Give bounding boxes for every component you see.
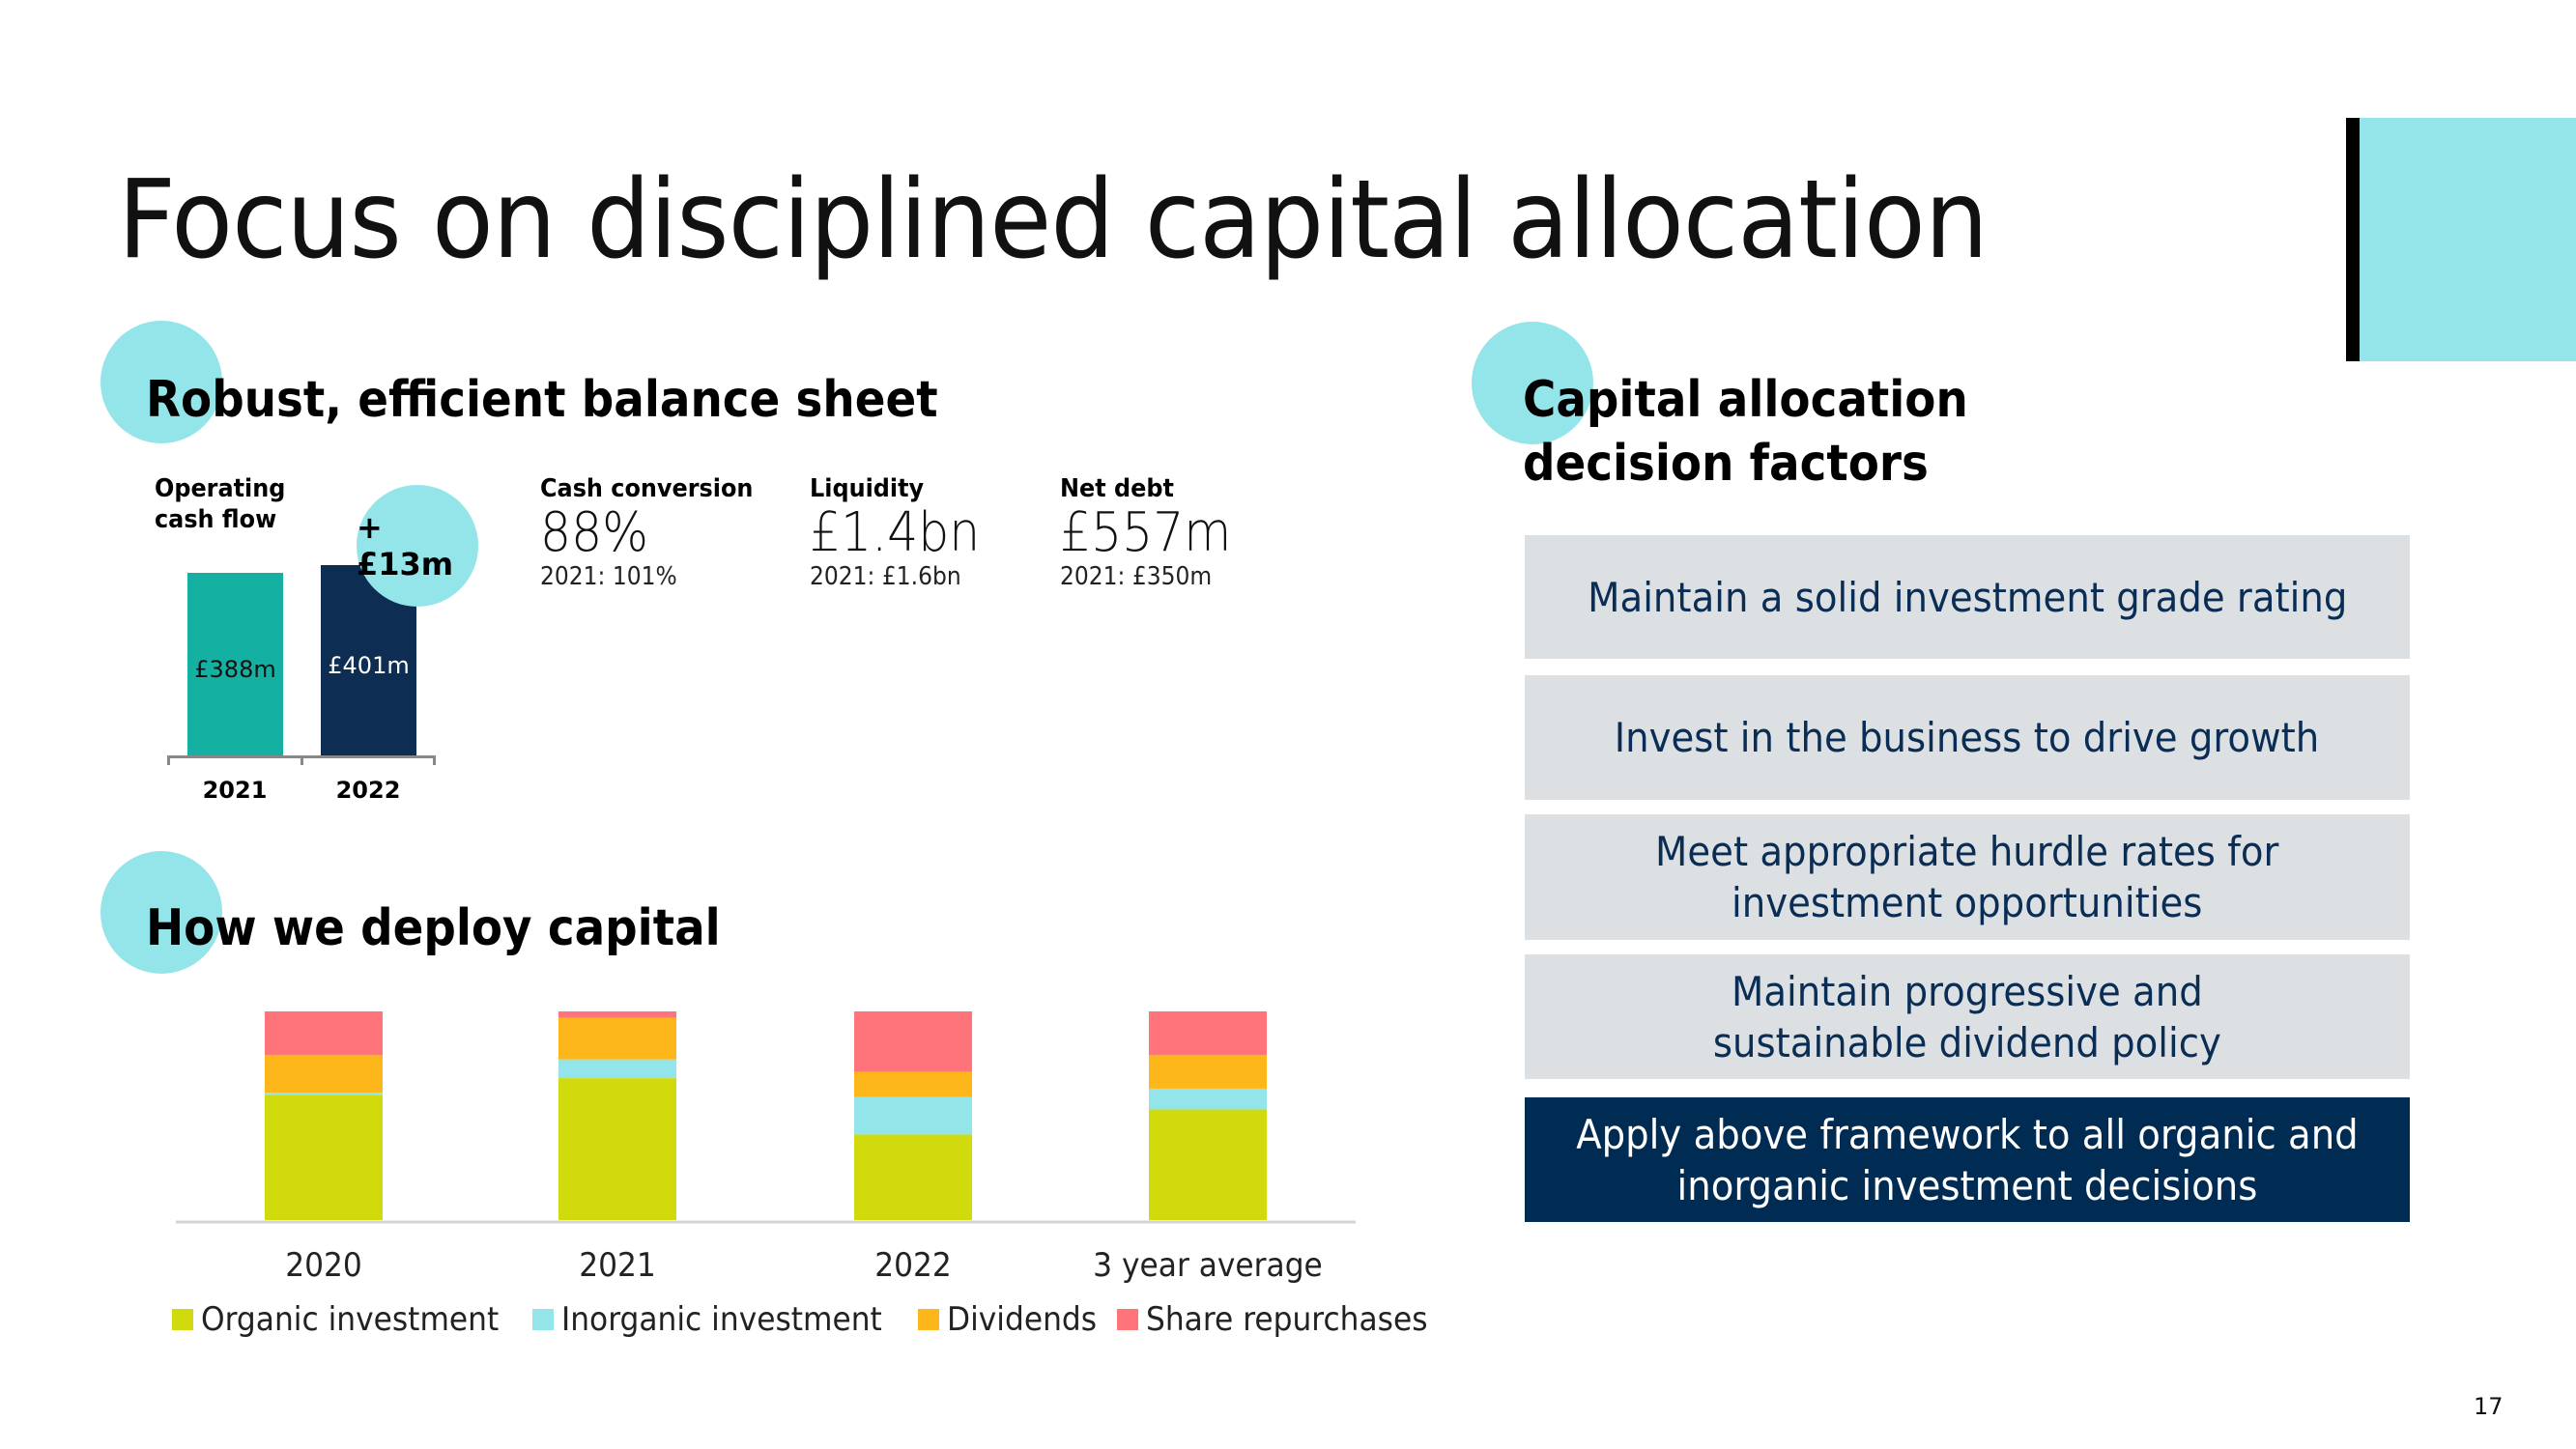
bar-segment-share-repurchases-2022 bbox=[854, 1011, 972, 1072]
bar-segment-share-repurchases-2021 bbox=[558, 1011, 676, 1018]
page-number: 17 bbox=[2474, 1393, 2504, 1420]
bar-segment-organic-investment-2022 bbox=[854, 1134, 972, 1220]
bar-segment-dividends-2022 bbox=[854, 1071, 972, 1097]
factor-line1: Apply above framework to all organic and bbox=[1576, 1110, 2359, 1158]
legend-label: Dividends bbox=[946, 1300, 1097, 1339]
category-label: 2021 bbox=[579, 1246, 656, 1285]
category-label: 2020 bbox=[285, 1246, 362, 1285]
factor-box-hurdle-rates: Meet appropriate hurdle rates for invest… bbox=[1525, 814, 2410, 940]
decision-factors-heading-line2: decision factors bbox=[1523, 435, 1929, 493]
category-label: 2022 bbox=[874, 1246, 952, 1285]
legend-item-organic: Organic investment bbox=[172, 1300, 511, 1339]
decision-factors-heading: Capital allocation decision factors bbox=[1523, 368, 1968, 496]
category-label: 3 year average bbox=[1093, 1246, 1323, 1285]
legend-item-dividends: Dividends bbox=[917, 1300, 1097, 1339]
chart-legend: Organic investment Inorganic investment … bbox=[172, 1300, 1439, 1339]
bar-segment-inorganic-investment-2020 bbox=[265, 1093, 383, 1095]
legend-swatch-share-repurchases bbox=[1117, 1309, 1139, 1330]
bar-segment-dividends-3-year-average bbox=[1149, 1055, 1267, 1089]
bar-segment-organic-investment-2021 bbox=[558, 1078, 676, 1220]
factor-text: Maintain progressive and sustainable div… bbox=[1713, 966, 2221, 1068]
bar-segment-share-repurchases-3-year-average bbox=[1149, 1011, 1267, 1056]
bar-segment-inorganic-investment-2022 bbox=[854, 1096, 972, 1135]
bar-segment-organic-investment-3-year-average bbox=[1149, 1109, 1267, 1220]
legend-swatch-organic bbox=[172, 1309, 193, 1330]
legend-label: Share repurchases bbox=[1146, 1300, 1428, 1339]
factor-text: Invest in the business to drive growth bbox=[1615, 712, 2320, 763]
factor-box-invest-growth: Invest in the business to drive growth bbox=[1525, 675, 2410, 800]
factor-box-dividend-policy: Maintain progressive and sustainable div… bbox=[1525, 954, 2410, 1079]
bar-segment-share-repurchases-2020 bbox=[265, 1011, 383, 1056]
legend-label: Organic investment bbox=[201, 1300, 500, 1339]
legend-item-inorganic: Inorganic investment bbox=[532, 1300, 897, 1339]
bar-segment-dividends-2021 bbox=[558, 1017, 676, 1060]
bar-segment-organic-investment-2020 bbox=[265, 1094, 383, 1220]
factor-line1: Maintain progressive and bbox=[1732, 967, 2203, 1015]
factor-text: Meet appropriate hurdle rates for invest… bbox=[1655, 826, 2278, 928]
factor-line2: inorganic investment decisions bbox=[1676, 1161, 2258, 1209]
factor-line2: investment opportunities bbox=[1732, 879, 2203, 926]
factor-text: Maintain a solid investment grade rating bbox=[1588, 572, 2347, 623]
decision-factors-heading-line1: Capital allocation bbox=[1523, 371, 1968, 429]
factor-text: Apply above framework to all organic and… bbox=[1576, 1109, 2359, 1211]
factor-line2: sustainable dividend policy bbox=[1712, 1018, 2222, 1066]
legend-swatch-inorganic bbox=[532, 1309, 555, 1330]
bar-segment-dividends-2020 bbox=[265, 1055, 383, 1094]
factor-line1: Maintain a solid investment grade rating bbox=[1587, 573, 2348, 621]
legend-label: Inorganic investment bbox=[561, 1300, 882, 1339]
factor-line1: Meet appropriate hurdle rates for bbox=[1655, 828, 2279, 875]
factor-box-apply-framework: Apply above framework to all organic and… bbox=[1525, 1097, 2410, 1222]
legend-item-share-repurchases: Share repurchases bbox=[1117, 1300, 1439, 1339]
legend-swatch-dividends bbox=[917, 1309, 939, 1330]
bar-segment-inorganic-investment-3-year-average bbox=[1149, 1088, 1267, 1110]
factor-line1: Invest in the business to drive growth bbox=[1615, 714, 2320, 761]
factor-box-investment-grade: Maintain a solid investment grade rating bbox=[1525, 535, 2410, 659]
bar-segment-inorganic-investment-2021 bbox=[558, 1059, 676, 1079]
